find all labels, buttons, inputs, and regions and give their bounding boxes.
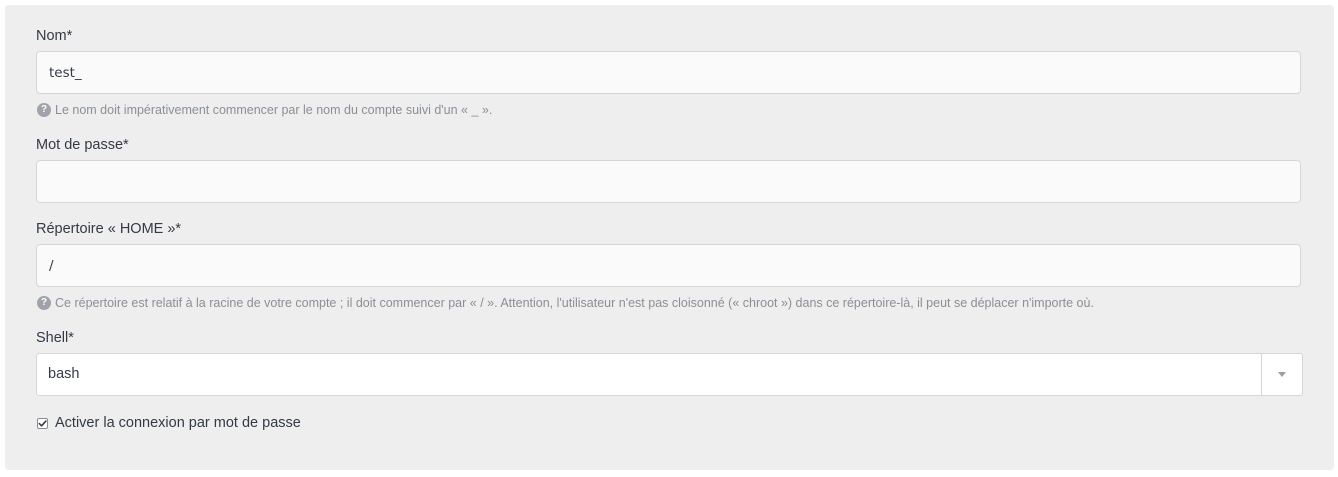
shell-select-toggle[interactable]	[1261, 354, 1302, 395]
shell-label: Shell*	[36, 330, 74, 346]
password-login-option: Activer la connexion par mot de passe	[37, 414, 301, 432]
password-label: Mot de passe*	[36, 137, 129, 153]
home-help-text: Ce répertoire est relatif à la racine de…	[55, 296, 1094, 310]
name-label: Nom*	[36, 28, 73, 44]
shell-selected-value: bash	[48, 366, 80, 382]
home-label: Répertoire « HOME »*	[36, 221, 182, 237]
home-help: ? Ce répertoire est relatif à la racine …	[37, 295, 1094, 311]
name-help-text: Le nom doit impérativement commencer par…	[55, 103, 493, 117]
question-circle-icon: ?	[37, 103, 51, 117]
name-input[interactable]	[36, 51, 1301, 94]
password-login-checkbox[interactable]	[37, 417, 48, 429]
name-help: ? Le nom doit impérativement commencer p…	[37, 102, 492, 118]
check-icon	[38, 419, 47, 427]
password-login-label[interactable]: Activer la connexion par mot de passe	[55, 414, 301, 432]
caret-down-icon	[1278, 372, 1286, 377]
home-directory-input[interactable]	[36, 244, 1301, 287]
question-circle-icon: ?	[37, 296, 51, 310]
shell-select[interactable]: bash	[36, 353, 1303, 396]
password-input[interactable]	[36, 160, 1301, 203]
